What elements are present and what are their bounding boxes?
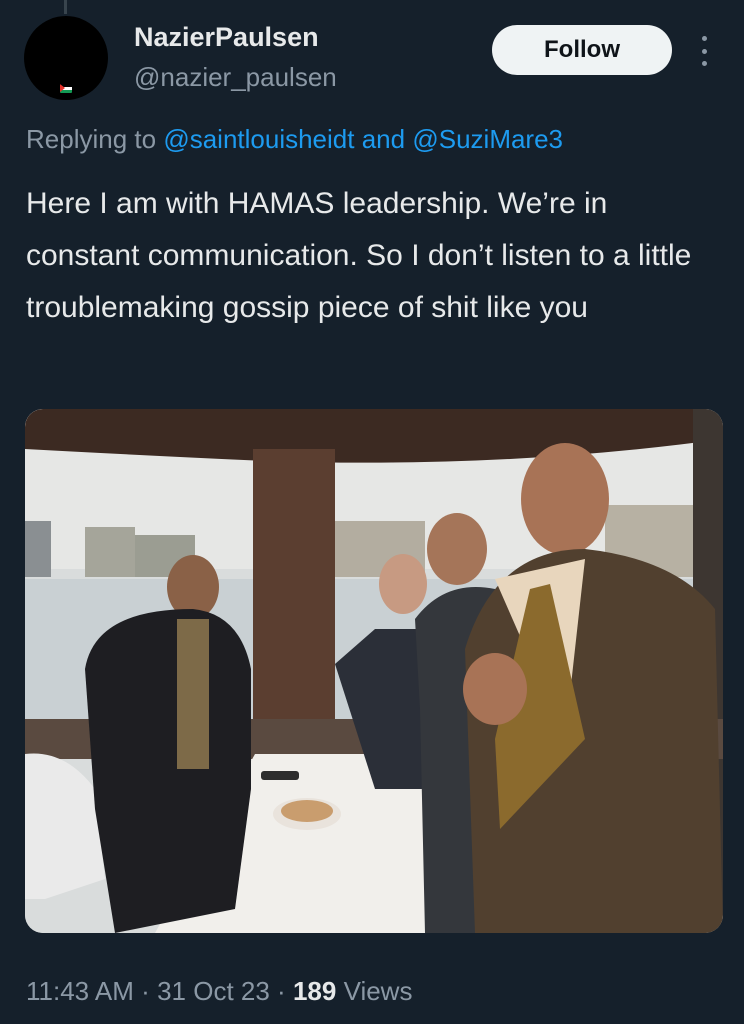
follow-button[interactable]: Follow bbox=[492, 25, 672, 75]
views-count[interactable]: 189 bbox=[293, 976, 336, 1006]
mention-link-2[interactable]: @SuziMare3 bbox=[412, 124, 563, 154]
views-label: Views bbox=[343, 976, 413, 1006]
replying-prefix: Replying to bbox=[26, 124, 157, 154]
more-vertical-icon[interactable] bbox=[696, 36, 712, 66]
mention-link-1[interactable]: @saintlouisheidt bbox=[163, 124, 354, 154]
tweet-photo[interactable] bbox=[25, 409, 723, 933]
user-handle[interactable]: @nazier_paulsen bbox=[134, 62, 337, 93]
tweet-time[interactable]: 11:43 AM bbox=[26, 976, 134, 1006]
replying-and: and bbox=[361, 124, 406, 154]
avatar[interactable] bbox=[24, 16, 108, 100]
display-name[interactable]: NazierPaulsen bbox=[134, 22, 319, 53]
tweet-text: Here I am with HAMAS leadership. We’re i… bbox=[26, 187, 692, 324]
palestine-flag-icon bbox=[60, 84, 72, 93]
separator-1: · bbox=[141, 976, 150, 1006]
tweet-date[interactable]: 31 Oct 23 bbox=[157, 976, 270, 1006]
tweet-footer: 11:43 AM · 31 Oct 23 · 189 Views bbox=[26, 976, 412, 1007]
thread-connector-line bbox=[64, 0, 67, 14]
replying-to-line: Replying to @saintlouisheidt and @SuziMa… bbox=[26, 124, 563, 155]
separator-2: · bbox=[277, 976, 286, 1006]
